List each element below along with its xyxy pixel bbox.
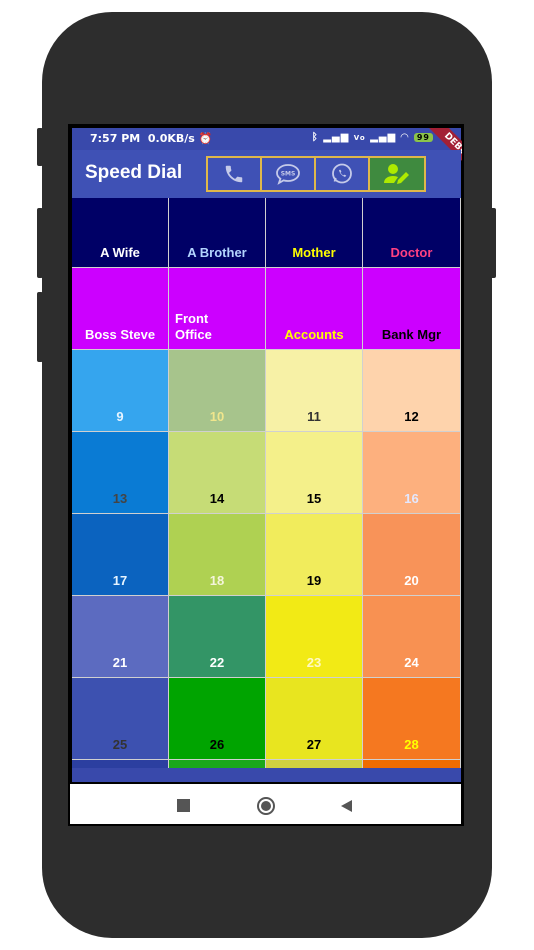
home-circle-icon[interactable]: [256, 796, 276, 816]
whatsapp-button[interactable]: [316, 158, 370, 190]
navigation-bar: [70, 784, 461, 824]
speed-dial-tile[interactable]: 10: [169, 350, 266, 432]
tile-label: 17: [112, 573, 128, 588]
tile-label: Doctor: [390, 245, 433, 260]
speed-dial-tile[interactable]: A Brother: [169, 198, 266, 268]
wifi-icon: ◠: [400, 132, 410, 143]
signal-icon: ▂▄▆: [370, 132, 397, 143]
alarm-icon: ⏰: [198, 132, 213, 145]
tile-label: 11: [307, 409, 321, 424]
speed-dial-tile[interactable]: 15: [266, 432, 363, 514]
speed-dial-tile[interactable]: A Wife: [72, 198, 169, 268]
tile-label: 16: [404, 491, 419, 506]
whatsapp-icon: [332, 163, 352, 184]
speed-dial-tile[interactable]: Bank Mgr: [363, 268, 461, 350]
vowifi-icon: Vo: [353, 134, 366, 142]
speed-dial-grid: A Wife A Brother Mother Doctor Boss Steve Fro…: [72, 198, 461, 768]
tile-label: Bank Mgr: [381, 327, 442, 342]
signal-icon: ▂▄▆: [323, 132, 350, 143]
speed-dial-tile[interactable]: 9: [72, 350, 169, 432]
speed-dial-tile[interactable]: 23: [266, 596, 363, 678]
action-group: SMS: [206, 156, 426, 192]
sms-button[interactable]: SMS: [262, 158, 316, 190]
speed-dial-tile[interactable]: 19: [266, 514, 363, 596]
speed-dial-tile[interactable]: Doctor: [363, 198, 461, 268]
recents-square-icon[interactable]: [177, 799, 190, 812]
tile-label: 25: [112, 737, 128, 752]
tile-label: 19: [306, 573, 322, 588]
tile-label: 27: [306, 737, 322, 752]
status-time: 7:57 PM 0.0KB/s ⏰: [90, 132, 213, 145]
tile-label: 26: [209, 737, 225, 752]
tile-label: 10: [209, 409, 225, 424]
tile-label: 12: [404, 409, 419, 424]
bluetooth-icon: ᛒ: [311, 132, 319, 143]
speed-dial-tile[interactable]: 24: [363, 596, 461, 678]
status-bar: 7:57 PM 0.0KB/s ⏰ ᛒ ▂▄▆ Vo ▂▄▆ ◠ 99: [72, 128, 461, 150]
speed-dial-tile[interactable]: 18: [169, 514, 266, 596]
tile-label: 22: [209, 655, 225, 670]
speed-dial-tile[interactable]: 26: [169, 678, 266, 760]
back-triangle-icon[interactable]: [340, 799, 354, 813]
tile-label: 14: [209, 491, 225, 506]
tile-label: Front Office: [175, 311, 212, 342]
call-icon: [225, 165, 243, 183]
speed-dial-tile[interactable]: [72, 760, 169, 768]
speed-dial-tile[interactable]: [266, 760, 363, 768]
tile-label: Boss Steve: [84, 327, 156, 342]
speed-dial-tile[interactable]: 17: [72, 514, 169, 596]
tile-label: 28: [404, 737, 419, 752]
speed-dial-tile[interactable]: [169, 760, 266, 768]
side-button: [37, 292, 43, 362]
side-button: [37, 128, 43, 166]
speed-dial-tile[interactable]: 11: [266, 350, 363, 432]
page-title: Speed Dial: [85, 162, 183, 183]
tile-label: 21: [112, 655, 128, 670]
speed-dial-tile[interactable]: Boss Steve: [72, 268, 169, 350]
speed-dial-tile[interactable]: 20: [363, 514, 461, 596]
tile-label: 13: [112, 491, 128, 506]
tile-label: Mother: [292, 245, 336, 260]
sms-icon: SMS: [276, 164, 300, 185]
speed-dial-tile[interactable]: Mother: [266, 198, 363, 268]
network-speed: 0.0KB/s: [147, 132, 195, 145]
power-button: [490, 208, 496, 278]
tile-label: 23: [306, 655, 322, 670]
tile-label: 20: [404, 573, 419, 588]
bottom-strip: [72, 768, 461, 782]
side-button: [37, 208, 43, 278]
speed-dial-tile[interactable]: 22: [169, 596, 266, 678]
speed-dial-tile[interactable]: Accounts: [266, 268, 363, 350]
speed-dial-tile[interactable]: 14: [169, 432, 266, 514]
tile-label: Accounts: [284, 327, 344, 342]
edit-contact-icon: [384, 164, 409, 184]
speed-dial-tile[interactable]: 27: [266, 678, 363, 760]
speed-dial-tile[interactable]: 28: [363, 678, 461, 760]
speed-dial-tile[interactable]: 12: [363, 350, 461, 432]
tile-label: A Brother: [187, 245, 247, 260]
speed-dial-tile[interactable]: 16: [363, 432, 461, 514]
tile-label: 15: [306, 491, 322, 506]
app-bar: Speed Dial SMS: [72, 150, 461, 198]
tile-label: 9: [116, 409, 124, 424]
speed-dial-tile[interactable]: [363, 760, 461, 768]
edit-contact-button[interactable]: [370, 158, 424, 190]
svg-text:SMS: SMS: [281, 171, 296, 178]
speed-dial-tile[interactable]: 25: [72, 678, 169, 760]
speed-dial-tile[interactable]: Front Office: [169, 268, 266, 350]
call-button[interactable]: [208, 158, 262, 190]
tile-label: A Wife: [100, 245, 140, 260]
tile-label: 18: [209, 573, 225, 588]
speed-dial-tile[interactable]: 21: [72, 596, 169, 678]
speed-dial-tile[interactable]: 13: [72, 432, 169, 514]
tile-label: 24: [404, 655, 419, 670]
